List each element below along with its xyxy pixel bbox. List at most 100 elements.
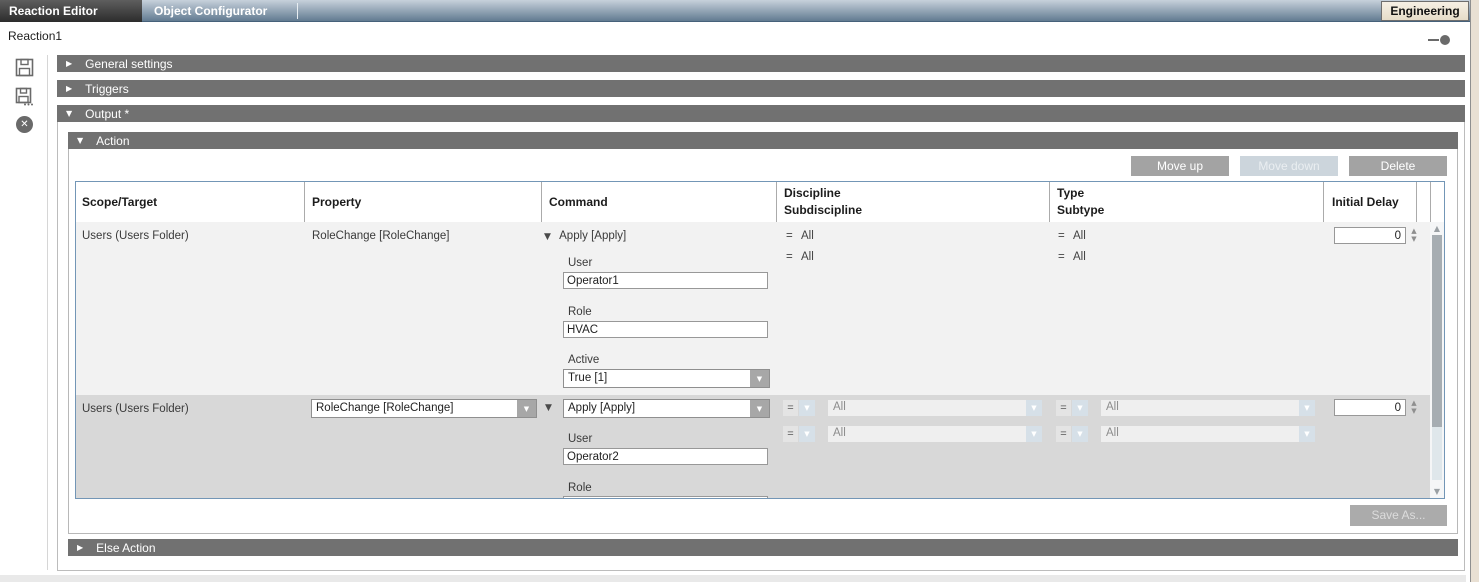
action-table: Scope/Target Property Command Discipline… [75, 181, 1445, 499]
active-label: Active [568, 354, 599, 366]
user-input[interactable] [563, 272, 768, 289]
active-dropdown[interactable]: True [1] ▼ [563, 369, 770, 388]
chevron-down-icon[interactable]: ▼ [1299, 400, 1315, 416]
save-as-icon[interactable] [15, 87, 34, 106]
scrollbar-track[interactable] [1432, 427, 1442, 480]
col-header-property: Property [304, 182, 541, 222]
col-header-type: TypeSubtype [1049, 182, 1323, 222]
tab-bar: Reaction Editor Object Configurator Engi… [0, 0, 1479, 22]
horizontal-scrollbar[interactable] [0, 575, 1466, 582]
property-dropdown-value: RoleChange [RoleChange] [312, 400, 517, 417]
scope-target-value: Users (Users Folder) [76, 395, 304, 415]
section-else-action[interactable]: ▶ Else Action [68, 539, 1458, 556]
chevron-down-icon[interactable]: ▼ [750, 400, 769, 417]
type-op-dropdown[interactable]: = ▼ [1056, 400, 1088, 416]
pin-icon[interactable] [1428, 35, 1450, 45]
col-header-discipline: DisciplineSubdiscipline [776, 182, 1049, 222]
subtype-value: All [1073, 251, 1086, 263]
table-row[interactable]: Users (Users Folder) RoleChange [RoleCha… [76, 222, 1430, 395]
subdiscipline-op: = [786, 251, 793, 263]
toolbar-divider [47, 55, 48, 570]
output-panel: ▼ Action Move up Move down Delete Scope/… [57, 122, 1465, 571]
section-output[interactable]: ▼ Output * [57, 105, 1465, 122]
type-dropdown[interactable]: All ▼ [1101, 400, 1315, 416]
reaction-name: Reaction1 [8, 22, 62, 50]
save-icon[interactable] [15, 58, 34, 77]
section-triggers[interactable]: ▶ Triggers [57, 80, 1465, 97]
chevron-down-icon: ▼ [77, 136, 83, 145]
chevron-down-icon[interactable]: ▼ [1026, 400, 1042, 416]
section-label: Triggers [85, 82, 129, 96]
section-general-settings[interactable]: ▶ General settings [57, 55, 1465, 72]
op-value: = [783, 400, 798, 416]
scope-target-value: Users (Users Folder) [76, 222, 304, 242]
initial-delay-input[interactable] [1334, 227, 1406, 244]
chevron-down-icon: ▼ [66, 109, 72, 118]
command-dropdown-value: Apply [Apply] [564, 400, 750, 417]
command-expander-icon[interactable]: ▼ [544, 232, 551, 242]
move-up-button[interactable]: Move up [1131, 156, 1229, 176]
command-dropdown[interactable]: Apply [Apply] ▼ [563, 399, 770, 418]
table-scrollbar[interactable]: ▲ ▼ [1430, 222, 1444, 498]
engineering-mode-button[interactable]: Engineering [1381, 1, 1469, 21]
user-label: User [568, 433, 592, 445]
subtype-op: = [1058, 251, 1065, 263]
tab-object-configurator[interactable]: Object Configurator [150, 0, 296, 22]
command-expander-icon[interactable]: ▼ [545, 403, 552, 413]
table-row-selected[interactable]: Users (Users Folder) RoleChange [RoleCha… [76, 395, 1430, 498]
action-panel: ▼ Action Move up Move down Delete Scope/… [68, 132, 1458, 534]
section-label: General settings [85, 57, 172, 71]
role-label: Role [568, 482, 592, 494]
save-as-button[interactable]: Save As... [1350, 505, 1447, 526]
role-input[interactable] [563, 321, 768, 338]
tab-reaction-editor[interactable]: Reaction Editor [0, 0, 142, 22]
window-edge [1471, 0, 1479, 582]
scroll-down-icon[interactable]: ▼ [1430, 487, 1444, 496]
discipline-op: = [786, 230, 793, 242]
scroll-up-icon[interactable]: ▲ [1430, 224, 1444, 233]
delete-button[interactable]: Delete [1349, 156, 1447, 176]
property-value: RoleChange [RoleChange] [304, 222, 541, 242]
subdiscipline-value: All [828, 426, 1026, 442]
chevron-down-icon[interactable]: ▼ [517, 400, 536, 417]
discipline-dropdown[interactable]: All ▼ [828, 400, 1042, 416]
role-input[interactable] [563, 496, 768, 498]
tab-divider [297, 3, 298, 19]
chevron-down-icon[interactable]: ▼ [1026, 426, 1042, 442]
chevron-down-icon[interactable]: ▼ [799, 426, 815, 442]
col-header-spacer [1416, 182, 1430, 222]
chevron-right-icon: ▶ [66, 84, 72, 93]
section-action[interactable]: ▼ Action [68, 132, 1458, 149]
initial-delay-input[interactable] [1334, 399, 1406, 416]
subdiscipline-op-dropdown[interactable]: = ▼ [783, 426, 815, 442]
chevron-down-icon[interactable]: ▼ [1072, 400, 1088, 416]
scrollbar-thumb[interactable] [1432, 235, 1442, 427]
discipline-op-dropdown[interactable]: = ▼ [783, 400, 815, 416]
reaction-name-bar: Reaction1 [0, 22, 1466, 50]
user-input[interactable] [563, 448, 768, 465]
subdiscipline-dropdown[interactable]: All ▼ [828, 426, 1042, 442]
role-label: Role [568, 306, 592, 318]
chevron-down-icon[interactable]: ▼ [799, 400, 815, 416]
section-label: Output * [85, 107, 129, 121]
chevron-down-icon[interactable]: ▼ [1299, 426, 1315, 442]
col-header-command: Command [541, 182, 776, 222]
close-icon[interactable]: ✕ [16, 116, 33, 133]
subtype-op-dropdown[interactable]: = ▼ [1056, 426, 1088, 442]
col-header-initial-delay: Initial Delay [1323, 182, 1416, 222]
chevron-right-icon: ▶ [66, 59, 72, 68]
section-label: Action [96, 134, 129, 148]
type-value: All [1101, 400, 1299, 416]
discipline-value: All [828, 400, 1026, 416]
chevron-down-icon[interactable]: ▼ [750, 370, 769, 387]
op-value: = [783, 426, 798, 442]
op-value: = [1056, 426, 1071, 442]
active-dropdown-value: True [1] [564, 370, 750, 387]
subtype-dropdown[interactable]: All ▼ [1101, 426, 1315, 442]
type-value: All [1073, 230, 1086, 242]
chevron-down-icon[interactable]: ▼ [1072, 426, 1088, 442]
col-header-scope-target: Scope/Target [76, 182, 304, 222]
property-dropdown[interactable]: RoleChange [RoleChange] ▼ [311, 399, 537, 418]
op-value: = [1056, 400, 1071, 416]
move-down-button[interactable]: Move down [1240, 156, 1338, 176]
